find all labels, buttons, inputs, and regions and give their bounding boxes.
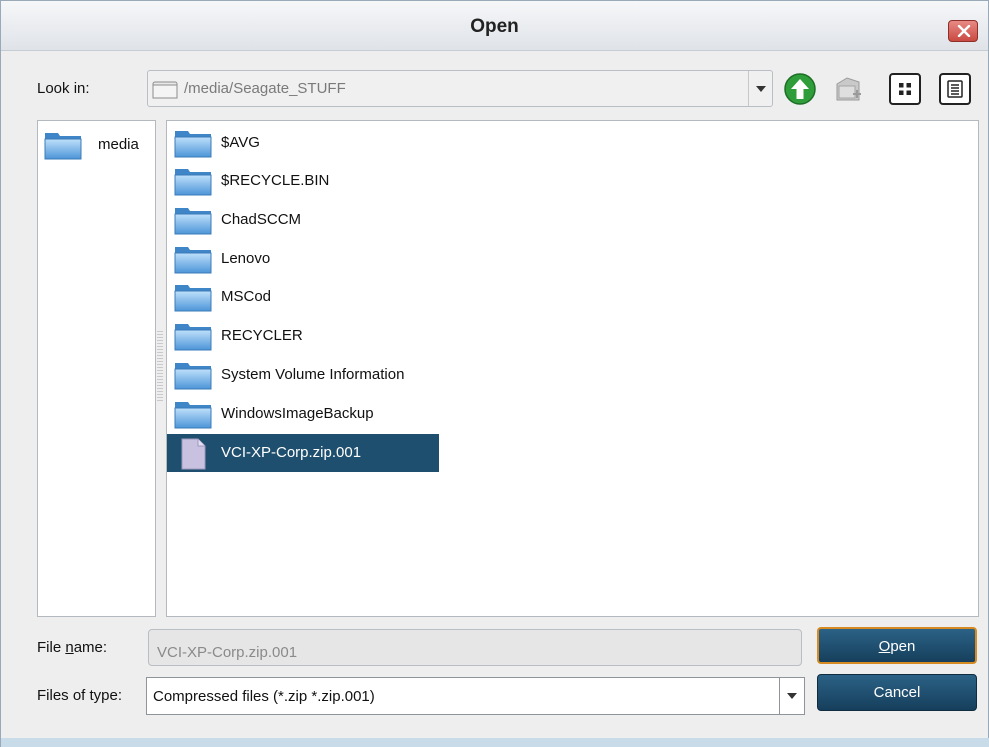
open-button-mnemonic: O [878, 638, 891, 655]
look-in-path: /media/Seagate_STUFF [184, 80, 346, 97]
file-name-label-pre: File [37, 639, 66, 656]
list-item-avg[interactable]: $AVG [167, 124, 439, 162]
file-name-label-post: ame: [73, 639, 108, 656]
title-bar[interactable]: Open [1, 1, 988, 51]
file-label: System Volume Information [221, 366, 405, 383]
folder-icon [44, 133, 82, 160]
folder-icon [174, 324, 212, 351]
file-list[interactable]: $AVG $RECYCLE.BIN ChadSCCM Lenovo MSCod … [166, 120, 979, 617]
icon-view-icon [899, 83, 911, 95]
list-item-windowsimagebackup[interactable]: WindowsImageBackup [167, 395, 439, 433]
list-view-icon [947, 80, 963, 98]
file-label: VCI-XP-Corp.zip.001 [221, 444, 362, 461]
new-folder-icon [836, 77, 861, 101]
file-label: MSCod [221, 288, 272, 305]
file-label: $AVG [221, 134, 260, 151]
file-label: Lenovo [221, 250, 271, 267]
files-of-type-select[interactable]: Compressed files (*.zip *.zip.001) [146, 677, 805, 715]
list-item-vci-xp-corp-zip[interactable]: VCI-XP-Corp.zip.001 [167, 434, 439, 472]
files-of-type-dropdown-arrow[interactable] [779, 678, 804, 714]
folder-icon [152, 81, 178, 99]
dialog-title: Open [470, 16, 519, 37]
open-dialog: Open Look in: /media/Seagate_STUFF media… [0, 0, 989, 747]
folder-icon [174, 285, 212, 312]
arrow-up-icon [784, 73, 816, 105]
file-name-input[interactable] [148, 629, 802, 666]
list-item-system-volume-information[interactable]: System Volume Information [167, 356, 439, 394]
file-label: ChadSCCM [221, 211, 302, 228]
close-button[interactable] [948, 20, 978, 42]
chevron-down-icon [756, 86, 766, 92]
list-view-button[interactable] [939, 73, 971, 105]
look-in-label: Look in: [37, 80, 90, 97]
open-button[interactable]: Open [817, 627, 977, 664]
close-icon [957, 25, 971, 37]
panel-splitter[interactable] [157, 331, 163, 401]
chevron-down-icon [787, 693, 797, 699]
file-label: WindowsImageBackup [221, 405, 374, 422]
list-item-recycler[interactable]: RECYCLER [167, 317, 439, 355]
list-item-mscod[interactable]: MSCod [167, 278, 439, 316]
list-item-lenovo[interactable]: Lenovo [167, 240, 439, 278]
files-of-type-value: Compressed files (*.zip *.zip.001) [153, 688, 375, 705]
up-folder-button[interactable] [783, 72, 817, 106]
cancel-button[interactable]: Cancel [817, 674, 977, 711]
folder-icon [174, 208, 212, 235]
new-folder-button[interactable] [831, 72, 865, 106]
files-of-type-label: Files of type: [37, 687, 123, 704]
places-item-label: media [98, 136, 139, 153]
file-name-label-mnemonic: n [65, 639, 74, 656]
file-icon [181, 438, 206, 470]
list-item-recycle-bin[interactable]: $RECYCLE.BIN [167, 162, 439, 200]
list-item-chadsccm[interactable]: ChadSCCM [167, 201, 439, 239]
window-bottom-edge [1, 738, 989, 747]
folder-icon [174, 131, 212, 158]
file-label: RECYCLER [221, 327, 303, 344]
places-sidebar[interactable]: media [37, 120, 156, 617]
folder-icon [174, 247, 212, 274]
folder-icon [174, 363, 212, 390]
icon-view-button[interactable] [889, 73, 921, 105]
file-name-label: File name: [37, 639, 107, 656]
folder-icon [174, 402, 212, 429]
look-in-combo[interactable]: /media/Seagate_STUFF [147, 70, 773, 107]
open-button-label: pen [890, 638, 916, 655]
folder-icon [174, 169, 212, 196]
file-label: $RECYCLE.BIN [221, 172, 330, 189]
places-item-media[interactable]: media [44, 130, 154, 160]
look-in-dropdown-arrow[interactable] [748, 71, 772, 106]
